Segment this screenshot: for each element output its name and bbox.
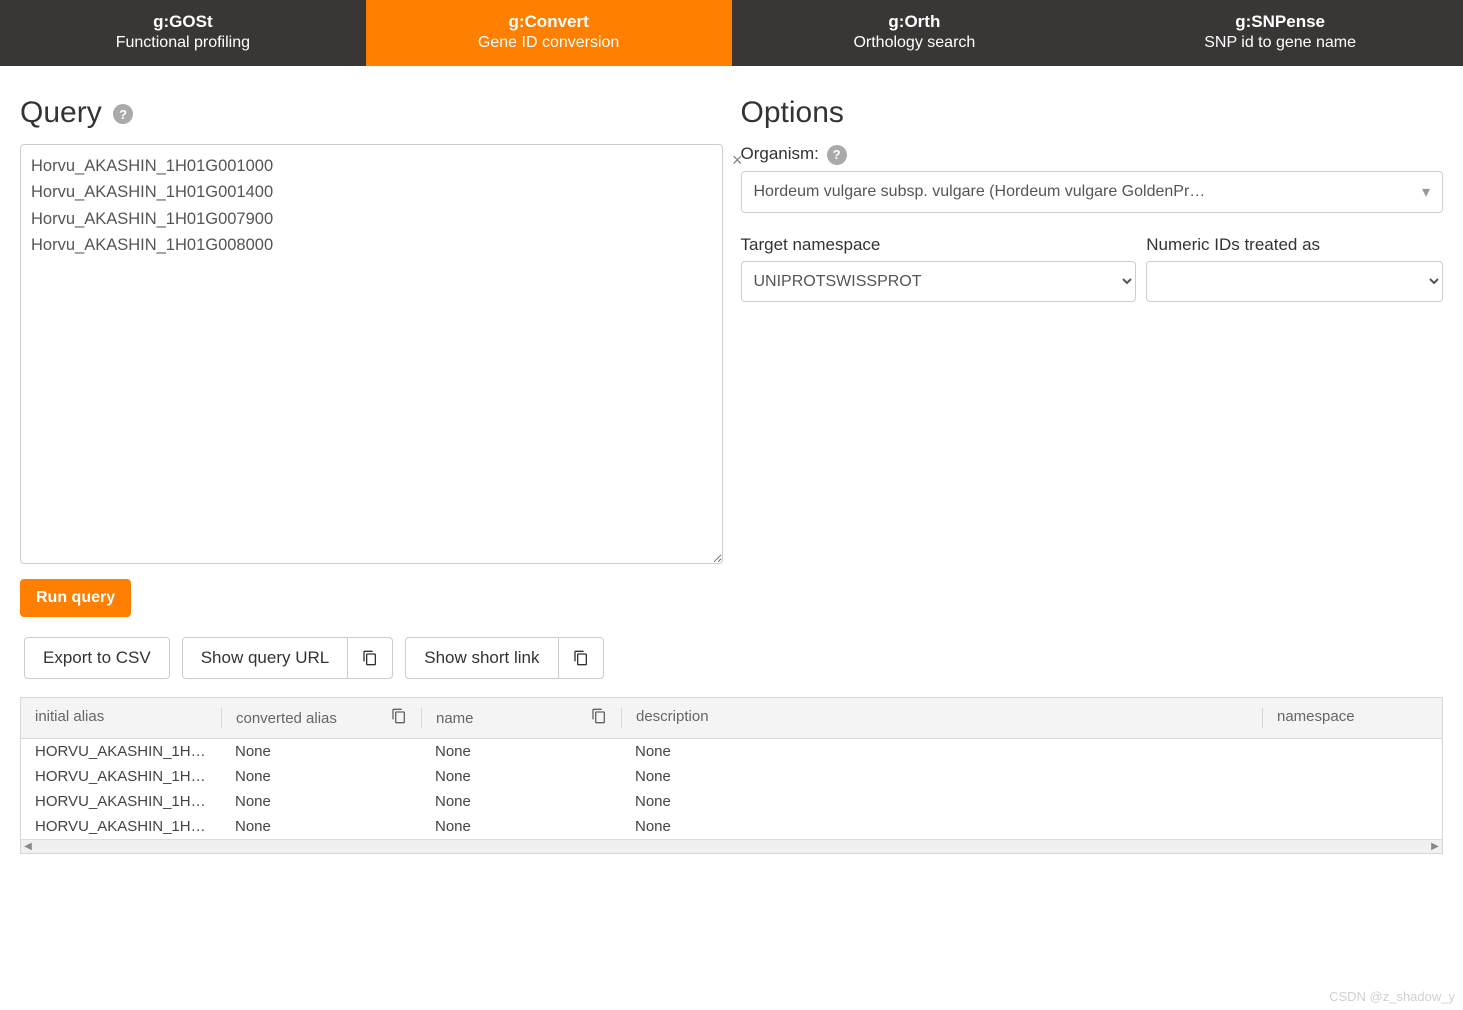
tab-subtitle: Functional profiling (0, 34, 366, 52)
tab-title: g:Convert (366, 12, 732, 32)
scroll-left-icon[interactable]: ◀ (21, 841, 35, 852)
cell-name: None (421, 793, 621, 810)
cell-initial-alias: HORVU_AKASHIN_1H… (21, 743, 221, 760)
show-short-link-button: Show short link (405, 637, 603, 679)
cell-name: None (421, 818, 621, 835)
col-description[interactable]: description (621, 708, 1262, 728)
organism-select[interactable]: Hordeum vulgare subsp. vulgare (Hordeum … (741, 171, 1444, 213)
cell-namespace (1262, 818, 1442, 835)
help-icon[interactable]: ? (113, 104, 133, 124)
cell-initial-alias: HORVU_AKASHIN_1H… (21, 818, 221, 835)
run-query-button[interactable]: Run query (20, 579, 131, 617)
cell-initial-alias: HORVU_AKASHIN_1H… (21, 768, 221, 785)
query-heading: Query ? (20, 96, 723, 130)
tab-title: g:Orth (732, 12, 1098, 32)
export-csv-button[interactable]: Export to CSV (24, 637, 170, 679)
table-row: HORVU_AKASHIN_1H…NoneNoneNone (21, 739, 1442, 764)
clipboard-icon[interactable] (347, 638, 392, 678)
query-input[interactable] (20, 144, 723, 564)
tab-subtitle: SNP id to gene name (1097, 34, 1463, 52)
cell-namespace (1262, 768, 1442, 785)
clipboard-icon[interactable] (591, 708, 607, 728)
tab-title: g:GOSt (0, 12, 366, 32)
watermark: CSDN @z_shadow_y (1329, 989, 1455, 1004)
tab-title: g:SNPense (1097, 12, 1463, 32)
tab-subtitle: Orthology search (732, 34, 1098, 52)
help-icon[interactable]: ? (827, 145, 847, 165)
horizontal-scrollbar[interactable]: ◀ ▶ (21, 839, 1442, 853)
cell-name: None (421, 768, 621, 785)
numeric-ids-select[interactable] (1146, 261, 1443, 302)
table-row: HORVU_AKASHIN_1H…NoneNoneNone (21, 814, 1442, 839)
tab-subtitle: Gene ID conversion (366, 34, 732, 52)
cell-description: None (621, 743, 1262, 760)
col-initial-alias[interactable]: initial alias (21, 708, 221, 728)
cell-initial-alias: HORVU_AKASHIN_1H… (21, 793, 221, 810)
main-tabs: g:GOSt Functional profiling g:Convert Ge… (0, 0, 1463, 66)
cell-converted-alias: None (221, 768, 421, 785)
show-short-link-main[interactable]: Show short link (406, 638, 557, 678)
col-namespace[interactable]: namespace (1262, 708, 1442, 728)
chevron-down-icon: ▾ (1422, 182, 1430, 202)
numeric-ids-label: Numeric IDs treated as (1146, 235, 1443, 255)
tab-convert[interactable]: g:Convert Gene ID conversion (366, 0, 732, 66)
clipboard-icon[interactable] (391, 708, 407, 728)
cell-converted-alias: None (221, 793, 421, 810)
show-query-url-button: Show query URL (182, 637, 394, 679)
scroll-right-icon[interactable]: ▶ (1428, 841, 1442, 852)
clear-icon[interactable]: × (732, 150, 743, 171)
col-name[interactable]: name (421, 708, 621, 728)
col-converted-alias[interactable]: converted alias (221, 708, 421, 728)
table-row: HORVU_AKASHIN_1H…NoneNoneNone (21, 764, 1442, 789)
cell-description: None (621, 768, 1262, 785)
cell-name: None (421, 743, 621, 760)
organism-label: Organism: ? (741, 144, 1444, 165)
target-namespace-label: Target namespace (741, 235, 1137, 255)
cell-description: None (621, 793, 1262, 810)
show-query-url-main[interactable]: Show query URL (183, 638, 348, 678)
target-namespace-select[interactable]: UNIPROTSWISSPROT (741, 261, 1137, 302)
cell-namespace (1262, 743, 1442, 760)
cell-namespace (1262, 793, 1442, 810)
cell-converted-alias: None (221, 818, 421, 835)
tab-orth[interactable]: g:Orth Orthology search (732, 0, 1098, 66)
tab-snpense[interactable]: g:SNPense SNP id to gene name (1097, 0, 1463, 66)
results-table: initial alias converted alias name descr… (20, 697, 1443, 854)
tab-gost[interactable]: g:GOSt Functional profiling (0, 0, 366, 66)
table-row: HORVU_AKASHIN_1H…NoneNoneNone (21, 789, 1442, 814)
cell-description: None (621, 818, 1262, 835)
cell-converted-alias: None (221, 743, 421, 760)
results-header: initial alias converted alias name descr… (21, 698, 1442, 739)
options-heading: Options (741, 96, 1444, 130)
clipboard-icon[interactable] (558, 638, 603, 678)
